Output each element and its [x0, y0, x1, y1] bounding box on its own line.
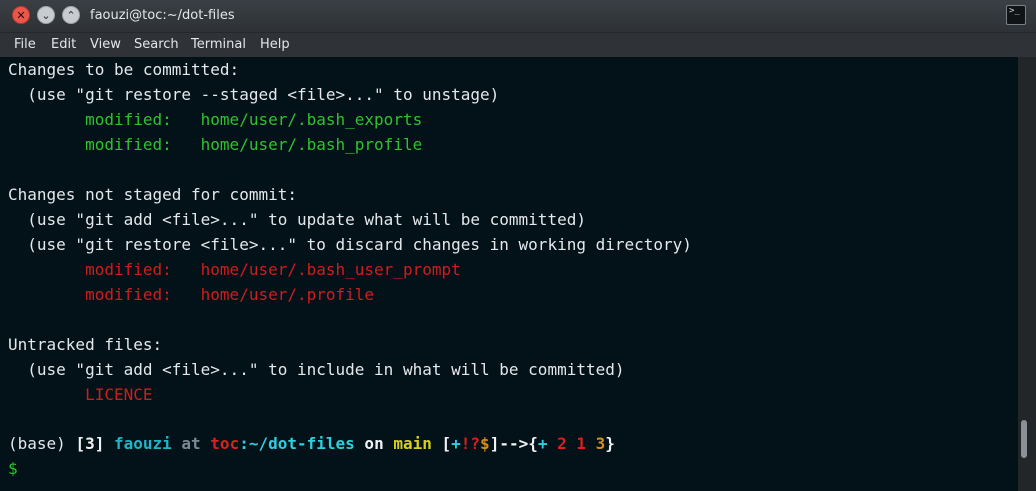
unstaged-hint: (use "git add <file>..." to update what …	[8, 210, 586, 229]
untracked-hint: (use "git add <file>..." to include in w…	[8, 360, 625, 379]
menu-help[interactable]: Help	[260, 37, 290, 52]
prompt-on: on	[354, 434, 394, 453]
terminal-window: ✕ ⌄ ⌃ faouzi@toc:~/dot-files >_ File Edi…	[0, 0, 1036, 491]
menu-view[interactable]: View	[90, 37, 121, 52]
menu-terminal[interactable]: Terminal	[191, 37, 246, 52]
unstaged-header: Changes not staged for commit:	[8, 185, 297, 204]
window-title: faouzi@toc:~/dot-files	[90, 8, 235, 23]
prompt-line: (base) [3] faouzi at toc:~/dot-files on …	[8, 431, 615, 456]
scrollbar-thumb[interactable]	[1021, 420, 1027, 458]
untracked-header: Untracked files:	[8, 335, 163, 354]
prompt-status-modified: !	[460, 434, 471, 453]
staged-header: Changes to be committed:	[8, 60, 240, 79]
staged-file: modified: home/user/.bash_profile	[8, 135, 423, 154]
unstaged-file: modified: home/user/.profile	[8, 285, 375, 304]
menu-bar: File Edit View Search Terminal Help	[0, 33, 1036, 57]
prompt-path: :~/dot-files	[239, 434, 355, 453]
maximize-icon: ⌃	[66, 8, 76, 22]
prompt-symbol[interactable]: $	[8, 456, 18, 481]
staged-hint: (use "git restore --staged <file>..." to…	[8, 85, 500, 104]
prompt-env: (base)	[8, 434, 76, 453]
close-icon: ✕	[16, 8, 26, 22]
prompt-host: toc	[210, 434, 240, 453]
prompt-status-open: [	[431, 434, 452, 453]
prompt-branch: main	[393, 434, 432, 453]
minimize-icon: ⌄	[41, 8, 51, 22]
prompt-at: at	[171, 434, 211, 453]
prompt-status-stash: $	[480, 434, 490, 453]
menu-search[interactable]: Search	[134, 37, 179, 52]
minimize-button[interactable]: ⌄	[37, 6, 55, 24]
prompt-counts-plus: +	[537, 434, 548, 453]
maximize-button[interactable]: ⌃	[62, 6, 80, 24]
prompt-count-staged: 2	[547, 434, 567, 453]
unstaged-hint: (use "git restore <file>..." to discard …	[8, 235, 692, 254]
prompt-jobs: [3]	[75, 434, 114, 453]
prompt-user: faouzi	[113, 434, 172, 453]
prompt-status-close: ]-->{	[489, 434, 538, 453]
terminal-icon: >_	[1006, 5, 1026, 25]
prompt-status-untracked: ?	[470, 434, 481, 453]
menu-edit[interactable]: Edit	[51, 37, 76, 52]
close-button[interactable]: ✕	[12, 6, 30, 24]
prompt-status-staged: +	[451, 434, 461, 453]
prompt-count-modified: 1	[566, 434, 587, 453]
staged-file: modified: home/user/.bash_exports	[8, 110, 423, 129]
menu-file[interactable]: File	[14, 37, 36, 52]
prompt-counts-close: }	[605, 434, 615, 453]
terminal-output[interactable]: Changes to be committed: (use "git resto…	[0, 57, 1018, 491]
prompt-count-untracked: 3	[586, 434, 606, 453]
title-bar[interactable]: ✕ ⌄ ⌃ faouzi@toc:~/dot-files >_	[0, 0, 1036, 33]
unstaged-file: modified: home/user/.bash_user_prompt	[8, 260, 461, 279]
untracked-file: LICENCE	[8, 385, 153, 404]
